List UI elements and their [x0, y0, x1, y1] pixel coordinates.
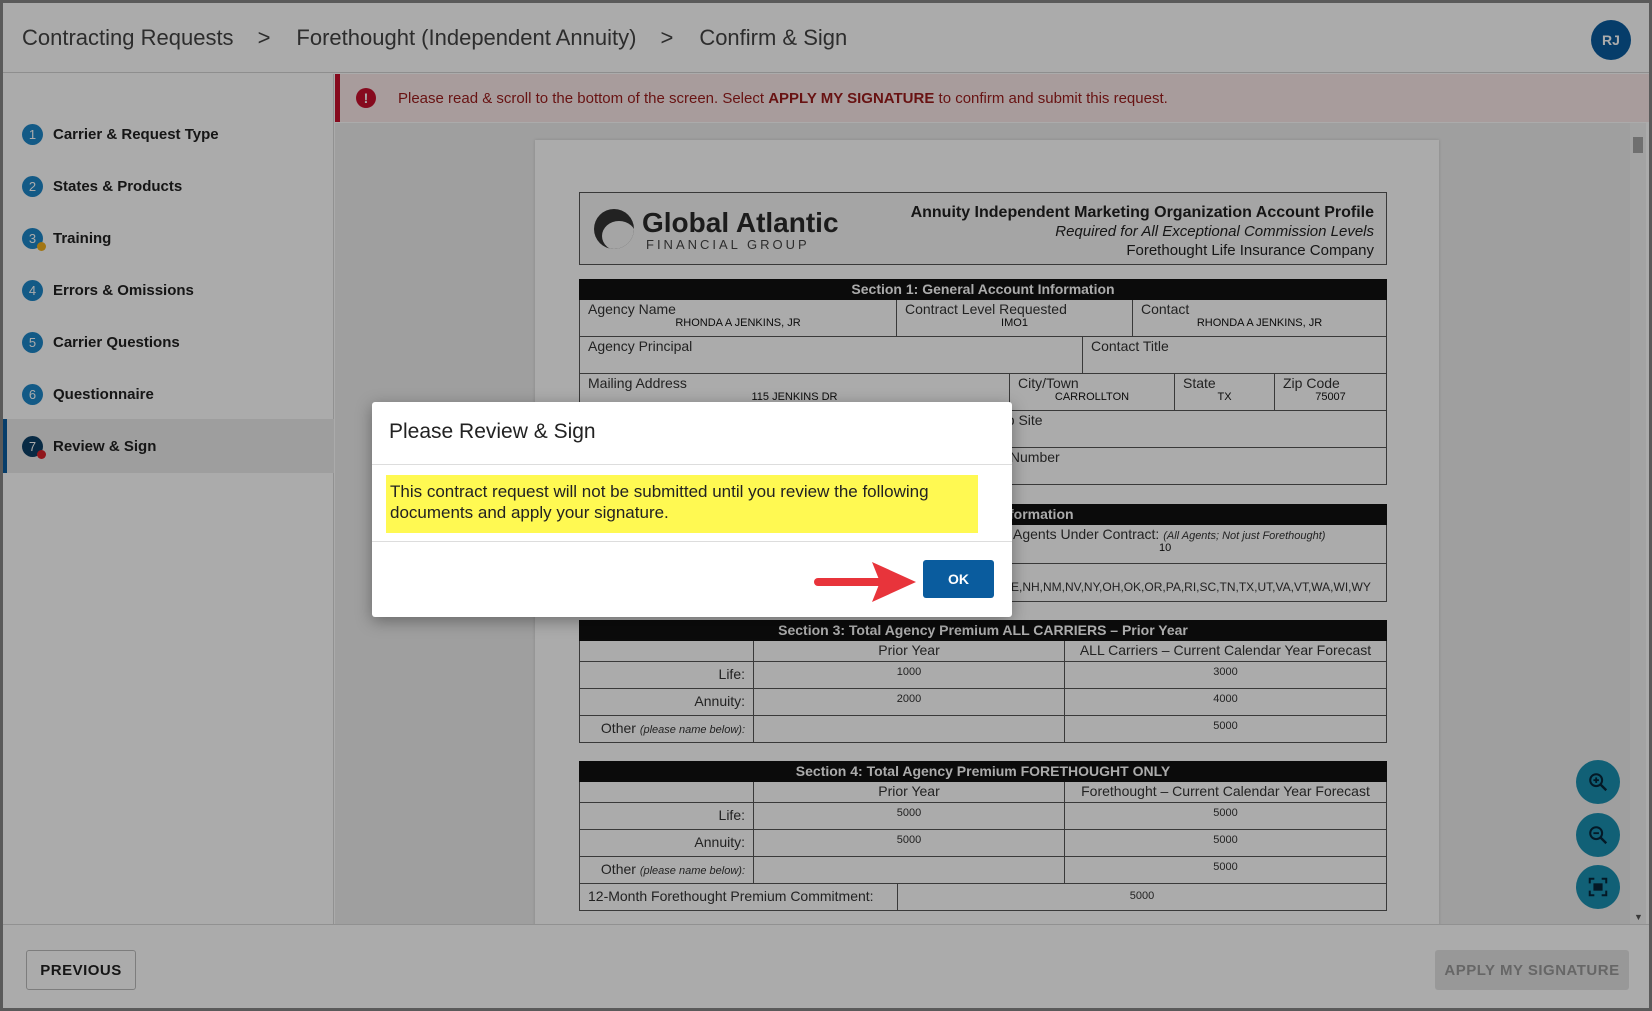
- app-window: Contracting Requests > Forethought (Inde…: [0, 0, 1652, 1011]
- ok-button[interactable]: OK: [923, 560, 994, 598]
- dialog-title: Please Review & Sign: [389, 420, 596, 443]
- dialog-message: This contract request will not be submit…: [386, 475, 978, 533]
- divider: [372, 541, 1012, 542]
- red-arrow-annotation-icon: [814, 562, 916, 602]
- divider: [372, 464, 1012, 465]
